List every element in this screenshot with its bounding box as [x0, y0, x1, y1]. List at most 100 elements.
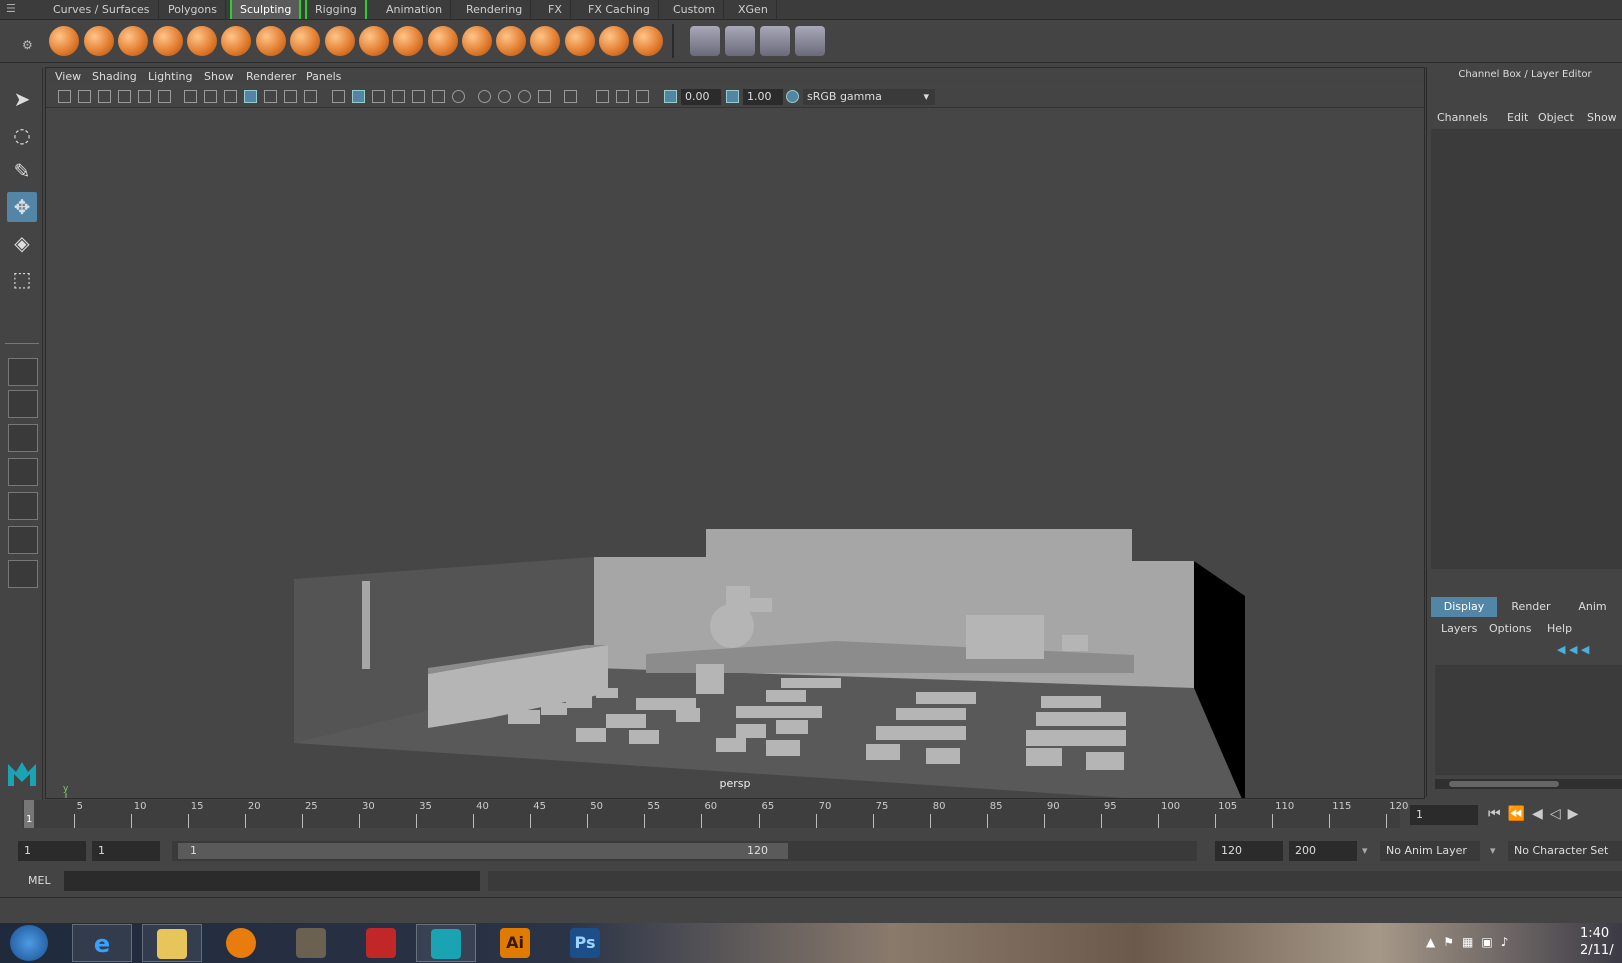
layout-more-dropdown-icon[interactable] — [8, 560, 38, 588]
grab-tool-icon[interactable] — [153, 26, 183, 56]
tab-polygons[interactable]: Polygons — [160, 0, 226, 19]
fill-tool-icon[interactable] — [462, 26, 492, 56]
action-center-flag-icon[interactable]: ⚑ — [1443, 935, 1462, 949]
film-gate-icon[interactable] — [204, 90, 217, 103]
select-tool-icon[interactable]: ➤ — [7, 84, 37, 114]
stamp-editor-icon[interactable] — [795, 26, 825, 56]
tab-display[interactable]: Display — [1431, 597, 1497, 617]
gate-mask-icon[interactable] — [244, 90, 257, 103]
view-transform-dropdown[interactable]: sRGB gamma ▾ — [803, 89, 935, 105]
resolution-gate-icon[interactable] — [224, 90, 237, 103]
shadows-icon[interactable] — [452, 90, 465, 103]
exposure-field[interactable]: 0.00 — [681, 89, 721, 105]
menu-renderer[interactable]: Renderer — [246, 70, 296, 83]
go-to-start-icon[interactable]: ⏮ — [1488, 806, 1508, 822]
use-all-lights-icon[interactable] — [432, 90, 445, 103]
menu-edit[interactable]: Edit — [1507, 111, 1528, 124]
xray-active-components-icon[interactable] — [616, 90, 629, 103]
shelf-settings-gear-icon[interactable]: ⚙ — [22, 38, 33, 52]
tab-rigging[interactable]: Rigging — [305, 0, 367, 19]
taskbar-illustrator[interactable]: Ai — [486, 924, 546, 962]
smooth-shade-all-icon[interactable] — [352, 90, 365, 103]
step-back-key-icon[interactable]: ⏪ — [1508, 806, 1532, 822]
tab-fx-caching[interactable]: FX Caching — [580, 0, 659, 19]
exposure-icon[interactable] — [664, 90, 677, 103]
depth-of-field-icon[interactable] — [538, 90, 551, 103]
shelf-menu-icon[interactable]: ☰ — [6, 2, 16, 15]
safe-action-icon[interactable] — [284, 90, 297, 103]
menu-channels[interactable]: Channels — [1437, 111, 1488, 124]
imprint-tool-icon[interactable] — [359, 26, 389, 56]
tab-fx[interactable]: FX — [540, 0, 571, 19]
move-tool-icon[interactable]: ✥ — [7, 192, 37, 222]
network-icon[interactable]: ▣ — [1481, 935, 1500, 949]
menu-help[interactable]: Help — [1547, 622, 1572, 635]
playback-end-field[interactable]: 120 — [1215, 841, 1283, 861]
menu-view[interactable]: View — [55, 70, 81, 83]
image-plane-icon[interactable] — [118, 90, 131, 103]
tab-curves-surfaces[interactable]: Curves / Surfaces — [45, 0, 159, 19]
tab-rendering[interactable]: Rendering — [458, 0, 532, 19]
pinch-tool-icon[interactable] — [187, 26, 217, 56]
viewport-panel[interactable]: View Shading Lighting Show Renderer Pane… — [45, 67, 1425, 815]
chevron-down-icon[interactable]: ▾ — [1362, 844, 1368, 857]
taskbar-internet-explorer[interactable]: e — [72, 924, 132, 962]
tab-animation[interactable]: Animation — [378, 0, 452, 19]
relax-tool-icon[interactable] — [118, 26, 148, 56]
select-camera-icon[interactable] — [58, 90, 71, 103]
animation-end-field[interactable]: 200 — [1289, 841, 1357, 861]
layer-list[interactable] — [1435, 665, 1622, 775]
flatten-tool-icon[interactable] — [221, 26, 251, 56]
amplify-tool-icon[interactable] — [599, 26, 629, 56]
tab-custom[interactable]: Custom — [665, 0, 725, 19]
taskbar-maya[interactable] — [416, 924, 476, 962]
smooth-tool-icon[interactable] — [84, 26, 114, 56]
command-language-label[interactable]: MEL — [28, 874, 51, 887]
clock[interactable]: 1:40 2/11/ — [1580, 925, 1614, 959]
menu-layers[interactable]: Layers — [1441, 622, 1477, 635]
command-input[interactable] — [64, 871, 480, 891]
anim-layer-dropdown[interactable]: No Anim Layer — [1380, 841, 1480, 861]
scrollbar-thumb[interactable] — [1449, 781, 1559, 787]
range-slider-bar[interactable]: 1 120 — [178, 843, 788, 859]
xray-icon[interactable] — [596, 90, 609, 103]
camera-attributes-icon[interactable] — [78, 90, 91, 103]
xray-joints-icon[interactable] — [636, 90, 649, 103]
lasso-tool-icon[interactable]: ◌ — [7, 120, 37, 150]
menu-panels[interactable]: Panels — [306, 70, 341, 83]
safe-title-icon[interactable] — [304, 90, 317, 103]
tab-xgen[interactable]: XGen — [730, 0, 777, 19]
range-slider-track[interactable]: 1 120 — [172, 841, 1197, 861]
wax-tool-icon[interactable] — [393, 26, 423, 56]
motion-blur-icon[interactable] — [498, 90, 511, 103]
classroom-model[interactable]: y — [46, 108, 1424, 815]
four-view-layout-icon[interactable] — [8, 390, 38, 418]
persp-outliner-layout-icon[interactable] — [8, 424, 38, 452]
gamma-icon[interactable] — [726, 90, 739, 103]
isolate-select-icon[interactable] — [564, 90, 577, 103]
start-orb-icon[interactable] — [10, 925, 48, 961]
animation-start-field[interactable]: 1 — [18, 841, 86, 861]
taskbar-blender[interactable] — [212, 924, 272, 962]
smear-tool-icon[interactable] — [530, 26, 560, 56]
wireframe-icon[interactable] — [332, 90, 345, 103]
tab-render[interactable]: Render — [1501, 597, 1561, 617]
windows-icon[interactable]: ▦ — [1462, 935, 1481, 949]
use-default-material-icon[interactable] — [372, 90, 385, 103]
persp-outliner-graph-layout-icon[interactable] — [8, 492, 38, 520]
knife-tool-icon[interactable] — [496, 26, 526, 56]
freeze-tool-icon[interactable] — [633, 26, 663, 56]
tab-anim[interactable]: Anim — [1565, 597, 1620, 617]
volume-icon[interactable]: ♪ — [1501, 935, 1517, 949]
taskbar-gimp[interactable] — [282, 924, 342, 962]
menu-object[interactable]: Object — [1538, 111, 1574, 124]
textured-icon[interactable] — [412, 90, 425, 103]
menu-shading[interactable]: Shading — [92, 70, 137, 83]
bookmark-icon[interactable] — [98, 90, 111, 103]
chevron-down-icon[interactable]: ▾ — [1490, 844, 1496, 857]
spray-tool-icon[interactable] — [290, 26, 320, 56]
bulge-tool-icon[interactable] — [565, 26, 595, 56]
menu-options[interactable]: Options — [1489, 622, 1531, 635]
time-slider[interactable]: 1 5 10 15 20 25 30 35 40 45 50 55 60 65 70 75 80 85 90 95 1… — [0, 800, 1622, 834]
rotate-tool-icon[interactable]: ◈ — [7, 228, 37, 258]
